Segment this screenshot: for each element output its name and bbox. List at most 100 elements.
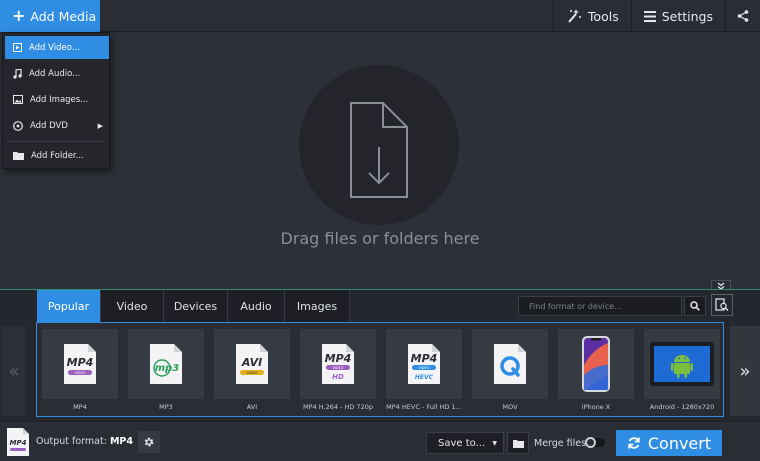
format-card: MP4 VIDEO HEVC [386, 329, 462, 399]
format-scroll-right-button[interactable]: » [730, 326, 760, 416]
svg-text:AVI: AVI [241, 356, 262, 369]
format-panel: Popular Video Devices Audio Images « MP4… [0, 290, 760, 421]
svg-text:MP4: MP4 [411, 352, 438, 365]
image-icon [13, 95, 23, 104]
open-folder-button[interactable] [507, 432, 529, 454]
format-tile-mp4-hevc[interactable]: MP4 VIDEO HEVC MP4 HEVC - Full HD 1... [386, 329, 462, 411]
avi-file-icon: AVI VIDEO [236, 344, 268, 384]
drop-circle [299, 65, 459, 225]
folder-icon [512, 439, 524, 448]
svg-text:HEVC: HEVC [415, 374, 434, 381]
format-card [644, 329, 720, 399]
output-icon-text: MP4 [10, 439, 27, 447]
refresh-icon [628, 437, 640, 449]
format-label: Android - 1280x720 [649, 403, 715, 411]
bottom-bar: MP4 Output format: MP4 Save to... ▼ Merg… [0, 421, 760, 461]
tab-devices[interactable]: Devices [164, 290, 228, 322]
convert-button[interactable]: Convert [616, 430, 722, 456]
iphone-device-icon [582, 336, 610, 392]
format-grid: MP4 VIDEO MP4 mp3 MP3 AVI VIDEO AVI MP4 … [36, 322, 724, 417]
tab-audio[interactable]: Audio [228, 290, 285, 322]
tab-images[interactable]: Images [285, 290, 350, 322]
disc-icon [13, 120, 23, 131]
settings-button[interactable]: Settings [630, 0, 725, 32]
music-note-icon [13, 68, 22, 79]
output-format-text: Output format: MP4 [36, 436, 133, 447]
mp4-file-icon: MP4 VIDEO [64, 344, 96, 384]
output-settings-button[interactable] [138, 431, 160, 453]
tab-popular[interactable]: Popular [37, 290, 101, 322]
svg-text:MP4: MP4 [67, 356, 94, 369]
format-card [472, 329, 548, 399]
tools-label: Tools [587, 8, 619, 24]
film-icon [13, 43, 22, 52]
format-label: MOV [502, 403, 518, 411]
mp4-hevc-file-icon: MP4 VIDEO HEVC [408, 344, 440, 384]
menu-item-add-video[interactable]: Add Video... [5, 36, 109, 59]
format-card: MP4 VIDEO HD [300, 329, 376, 399]
format-search-button[interactable] [684, 296, 706, 316]
detect-device-button[interactable] [711, 294, 733, 316]
merge-files-label: Merge files [534, 438, 587, 449]
search-icon [690, 301, 700, 311]
menu-item-add-images[interactable]: Add Images... [5, 88, 109, 111]
format-card: mp3 [128, 329, 204, 399]
drop-area[interactable]: Drag files or folders here [0, 33, 760, 289]
merge-files-toggle[interactable] [585, 437, 605, 448]
share-button[interactable] [725, 0, 760, 32]
format-label: MP4 [73, 403, 87, 411]
format-tile-mp4[interactable]: MP4 VIDEO MP4 [42, 329, 118, 411]
hamburger-menu-icon [643, 10, 656, 22]
format-tile-iphone-x[interactable]: iPhone X [558, 329, 634, 411]
format-tile-avi[interactable]: AVI VIDEO AVI [214, 329, 290, 411]
format-card [558, 329, 634, 399]
output-format-file-icon: MP4 [6, 427, 30, 460]
plus-icon: + [12, 6, 26, 25]
quicktime-file-icon [494, 344, 526, 384]
mp4-hd-file-icon: MP4 VIDEO HD [322, 344, 354, 384]
drop-hint-text: Drag files or folders here [280, 229, 480, 248]
svg-text:HD: HD [332, 373, 344, 381]
format-tile-mp3[interactable]: mp3 MP3 [128, 329, 204, 411]
format-search-input[interactable] [518, 296, 682, 316]
top-right-buttons: Tools Settings [552, 0, 760, 32]
gear-icon [144, 437, 154, 447]
format-label: MP4 H.264 - HD 720p [303, 403, 373, 411]
output-format-label: Output format: [36, 436, 107, 447]
add-media-button[interactable]: + Add Media [0, 0, 100, 32]
svg-text:mp3: mp3 [155, 363, 180, 374]
format-label: MP4 HEVC - Full HD 1... [386, 403, 462, 411]
format-label: AVI [246, 403, 258, 411]
convert-label: Convert [647, 433, 712, 453]
save-to-label: Save to... [438, 437, 486, 449]
menu-separator [7, 141, 105, 142]
tab-video[interactable]: Video [101, 290, 164, 322]
format-tile-android-720[interactable]: Android - 1280x720 [644, 329, 720, 411]
folder-icon [13, 152, 24, 160]
tools-button[interactable]: Tools [552, 0, 631, 32]
file-download-icon [350, 102, 408, 198]
share-icon [737, 10, 749, 22]
submenu-arrow-icon: ▶ [97, 121, 103, 130]
format-tile-mp4-hd-720p[interactable]: MP4 VIDEO HD MP4 H.264 - HD 720p [300, 329, 376, 411]
format-label: iPhone X [581, 403, 611, 411]
menu-item-add-audio[interactable]: Add Audio... [5, 62, 109, 85]
format-tile-mov[interactable]: MOV [472, 329, 548, 411]
save-to-button[interactable]: Save to... ▼ [426, 432, 504, 454]
format-card: AVI VIDEO [214, 329, 290, 399]
device-search-icon [715, 298, 729, 312]
svg-text:VIDEO: VIDEO [332, 366, 343, 370]
top-toolbar: + Add Media Tools Settings [0, 0, 760, 32]
svg-text:VIDEO: VIDEO [74, 371, 85, 375]
menu-item-add-folder[interactable]: Add Folder... [5, 144, 109, 167]
svg-text:VIDEO: VIDEO [246, 371, 257, 375]
svg-text:MP4: MP4 [325, 352, 352, 365]
mp3-file-icon: mp3 [150, 344, 182, 384]
add-media-menu: Add Video... Add Audio... Add Images... … [2, 32, 110, 169]
caret-down-icon: ▼ [492, 439, 497, 447]
svg-text:VIDEO: VIDEO [418, 366, 429, 370]
chevrons-left-icon: « [8, 360, 20, 382]
format-tabs: Popular Video Devices Audio Images [37, 290, 350, 322]
menu-item-add-dvd[interactable]: Add DVD ▶ [5, 114, 109, 137]
format-scroll-left-button[interactable]: « [2, 326, 26, 416]
